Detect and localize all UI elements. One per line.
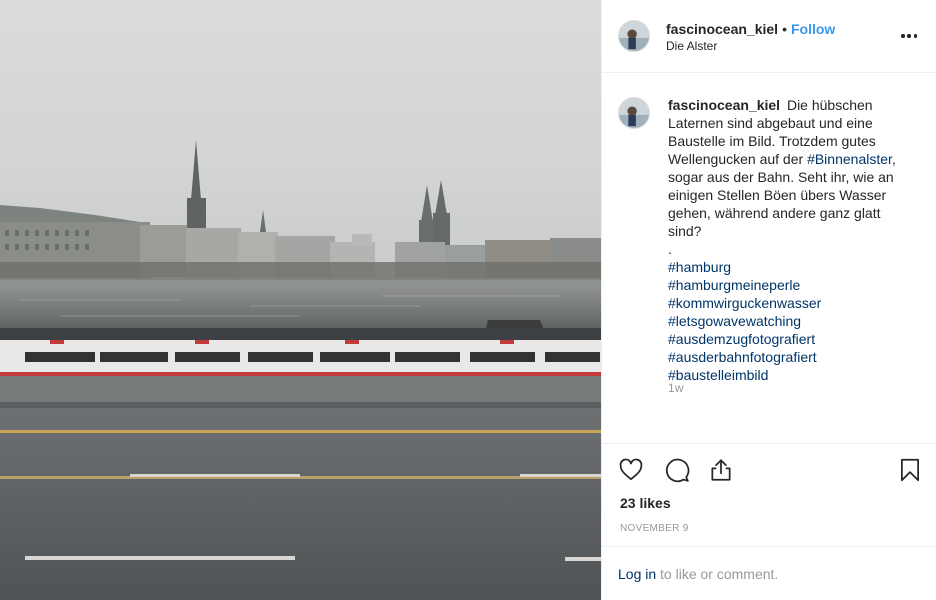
- post-header: fascinocean_kiel • Follow Die Alster: [602, 0, 936, 73]
- comments-section: fascinocean_kiel Die hübschen Laternen s…: [602, 73, 936, 443]
- avatar-image: [619, 21, 649, 51]
- post-header-names: fascinocean_kiel • Follow Die Alster: [666, 20, 835, 54]
- bookmark-icon[interactable]: [897, 457, 923, 483]
- share-icon[interactable]: [708, 457, 734, 483]
- avatar-image: [619, 98, 649, 128]
- hashtag-link[interactable]: #kommwirguckenwasser: [668, 294, 916, 312]
- hashtag-link[interactable]: #letsgowavewatching: [668, 312, 916, 330]
- more-dot: [907, 34, 911, 38]
- hashtag-link[interactable]: #baustelleimbild: [668, 366, 916, 384]
- separator-dot: •: [782, 21, 787, 37]
- post-sidebar: fascinocean_kiel • Follow Die Alster fasci…: [601, 0, 936, 600]
- location-link[interactable]: Die Alster: [666, 38, 835, 54]
- login-link[interactable]: Log in: [618, 566, 656, 582]
- hashtag-link[interactable]: #ausderbahnfotografiert: [668, 348, 916, 366]
- post-actions: 23 likes NOVEMBER 9: [602, 443, 936, 546]
- more-options-icon[interactable]: [897, 26, 921, 46]
- caption-period: .: [668, 241, 672, 257]
- post-caption: fascinocean_kiel Die hübschen Laternen s…: [668, 96, 916, 384]
- username-link[interactable]: fascinocean_kiel: [666, 21, 778, 37]
- hashtag-line: #hamburg #hamburgmeineperle: [668, 258, 916, 294]
- post-date[interactable]: NOVEMBER 9: [620, 523, 689, 534]
- more-dot: [901, 34, 905, 38]
- alster-photo-illustration: [0, 0, 601, 600]
- caption-username[interactable]: fascinocean_kiel: [668, 97, 780, 113]
- heart-icon[interactable]: [618, 457, 644, 483]
- likes-count[interactable]: 23 likes: [620, 495, 671, 511]
- avatar[interactable]: [618, 20, 650, 52]
- login-prompt: Log in to like or comment.: [618, 566, 778, 582]
- comment-icon[interactable]: [664, 457, 690, 483]
- hashtag-link[interactable]: #ausdemzugfotografiert: [668, 330, 916, 348]
- comment-bar: Log in to like or comment.: [602, 546, 936, 600]
- hashtag-list: #hamburg #hamburgmeineperle #kommwirguck…: [668, 258, 916, 384]
- more-dot: [913, 34, 917, 38]
- hashtag-link[interactable]: #Binnenalster: [807, 151, 892, 167]
- post-modal: fascinocean_kiel • Follow Die Alster fasci…: [0, 0, 936, 600]
- follow-button[interactable]: Follow: [791, 21, 835, 37]
- caption-avatar[interactable]: [618, 97, 650, 129]
- post-photo[interactable]: [0, 0, 601, 600]
- hashtag-link[interactable]: #hamburgmeineperle: [668, 276, 916, 294]
- caption-timestamp[interactable]: 1w: [668, 381, 684, 395]
- login-suffix: to like or comment.: [656, 566, 779, 582]
- hashtag-link[interactable]: #hamburg: [668, 258, 916, 276]
